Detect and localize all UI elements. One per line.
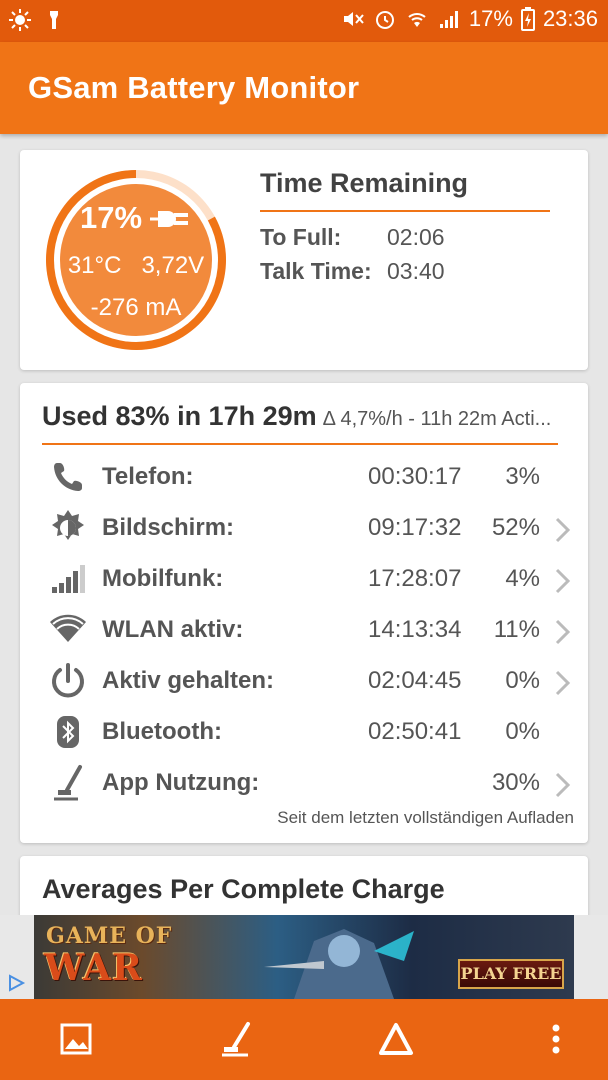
usage-row-percent: 30% bbox=[491, 769, 540, 796]
screen-brightness-icon bbox=[48, 508, 88, 548]
image-icon[interactable] bbox=[56, 1019, 96, 1059]
usage-row-percent: 4% bbox=[505, 565, 540, 592]
averages-title: Averages Per Complete Charge bbox=[42, 874, 445, 904]
usage-row-percent: 11% bbox=[493, 616, 540, 643]
usage-row-label: Telefon: bbox=[102, 463, 194, 490]
ad-choices-icon[interactable] bbox=[6, 973, 26, 993]
divider bbox=[260, 210, 550, 212]
status-bar: 17% 23:36 bbox=[0, 0, 608, 42]
brightness-icon bbox=[8, 8, 32, 32]
usage-subline: Δ 4,7%/h - 11h 22m Acti... bbox=[322, 408, 552, 430]
to-full-row: To Full: 02:06 bbox=[260, 224, 445, 251]
talk-time-value: 03:40 bbox=[387, 258, 445, 284]
to-full-label: To Full: bbox=[260, 224, 342, 250]
usage-card[interactable]: Used 83% in 17h 29m Δ 4,7%/h - 11h 22m Ac… bbox=[20, 383, 588, 843]
power-icon bbox=[48, 661, 88, 701]
temperature: 31°C bbox=[67, 252, 122, 279]
usage-row-telefon[interactable]: Telefon: 00:30:17 3% bbox=[20, 453, 588, 503]
app-bar: GSam Battery Monitor bbox=[0, 42, 608, 134]
voltage: 3,72V bbox=[141, 252, 205, 279]
current: -276 mA bbox=[90, 294, 182, 321]
battery-status-card[interactable]: 17% 31°C 3,72V -276 mA Time Remaining To… bbox=[20, 150, 588, 370]
phone-icon bbox=[48, 457, 88, 497]
usage-row-time: 14:13:34 bbox=[368, 616, 462, 643]
ad-banner[interactable]: GAME OF WAR PLAY FREE bbox=[0, 915, 608, 999]
usage-header[interactable]: Used 83% in 17h 29m Δ 4,7%/h - 11h 22m Ac… bbox=[42, 399, 574, 439]
wifi-icon bbox=[48, 610, 88, 650]
chevron-right-icon[interactable] bbox=[552, 567, 572, 595]
usage-row-time: 17:28:07 bbox=[368, 565, 462, 592]
usage-row-label: App Nutzung: bbox=[102, 769, 260, 796]
usage-row-percent: 3% bbox=[505, 463, 540, 490]
usage-row-wlan-aktiv[interactable]: WLAN aktiv: 14:13:34 11% bbox=[20, 606, 588, 656]
to-full-value: 02:06 bbox=[387, 224, 445, 250]
usage-row-label: Aktiv gehalten: bbox=[102, 667, 275, 694]
battery-gauge[interactable]: 17% 31°C 3,72V -276 mA bbox=[42, 166, 230, 354]
battery-percent-label: 17% bbox=[80, 200, 143, 235]
app-title: GSam Battery Monitor bbox=[28, 70, 360, 105]
usage-row-percent: 0% bbox=[505, 667, 540, 694]
talk-time-row: Talk Time: 03:40 bbox=[260, 258, 445, 285]
ad-margin-left bbox=[0, 915, 34, 999]
usage-row-label: Mobilfunk: bbox=[102, 565, 224, 592]
usage-row-label: Bildschirm: bbox=[102, 514, 235, 541]
temp-voltage: 31°C 3,72V bbox=[42, 252, 230, 280]
usage-row-percent: 0% bbox=[505, 718, 540, 745]
app-usage-icon[interactable] bbox=[216, 1019, 256, 1059]
bluetooth-icon bbox=[48, 712, 88, 752]
chevron-right-icon[interactable] bbox=[552, 771, 572, 799]
talk-time-label: Talk Time: bbox=[260, 258, 372, 284]
usage-row-time: 09:17:32 bbox=[368, 514, 462, 541]
mute-icon bbox=[341, 7, 365, 31]
ad-warrior-illustration bbox=[264, 929, 414, 999]
usage-row-label: Bluetooth: bbox=[102, 718, 222, 745]
chevron-right-icon[interactable] bbox=[552, 516, 572, 544]
divider bbox=[42, 443, 558, 445]
usage-row-app-nutzung[interactable]: App Nutzung: 30% bbox=[20, 759, 588, 809]
charger-plug-icon bbox=[150, 211, 188, 227]
usage-row-bluetooth[interactable]: Bluetooth: 02:50:41 0% bbox=[20, 708, 588, 758]
usage-row-time: 00:30:17 bbox=[368, 463, 462, 490]
usage-row-mobilfunk[interactable]: Mobilfunk: 17:28:07 4% bbox=[20, 555, 588, 605]
usage-row-time: 02:04:45 bbox=[368, 667, 462, 694]
ad-logo-line2: WAR bbox=[44, 947, 143, 989]
battery-percent: 17% bbox=[468, 6, 513, 31]
usage-row-time: 02:50:41 bbox=[368, 718, 462, 745]
cell-signal-icon bbox=[48, 559, 88, 599]
ad-logo-line1: GAME OF bbox=[46, 923, 173, 949]
battery-charging-icon bbox=[520, 7, 535, 31]
signal-icon bbox=[437, 7, 461, 31]
chevron-right-icon[interactable] bbox=[552, 618, 572, 646]
flashlight-icon bbox=[42, 8, 66, 32]
usage-row-percent: 52% bbox=[491, 514, 540, 541]
bottom-toolbar bbox=[0, 999, 608, 1080]
usage-footnote: Seit dem letzten vollständigen Aufladen bbox=[277, 808, 574, 827]
usage-row-label: WLAN aktiv: bbox=[102, 616, 244, 643]
wifi-icon bbox=[405, 7, 429, 31]
ad-play-free-button[interactable]: PLAY FREE bbox=[458, 959, 564, 989]
usage-row-aktiv-gehalten[interactable]: Aktiv gehalten: 02:04:45 0% bbox=[20, 657, 588, 707]
overflow-menu-icon[interactable] bbox=[536, 1019, 576, 1059]
clock: 23:36 bbox=[542, 6, 598, 31]
time-remaining-title: Time Remaining bbox=[260, 168, 469, 198]
app-usage-icon bbox=[48, 763, 88, 803]
ad-margin-right bbox=[574, 915, 608, 999]
chevron-right-icon[interactable] bbox=[552, 669, 572, 697]
usage-row-bildschirm[interactable]: Bildschirm: 09:17:32 52% bbox=[20, 504, 588, 554]
alarm-icon bbox=[373, 7, 397, 31]
delta-icon[interactable] bbox=[376, 1019, 416, 1059]
usage-headline: Used 83% in 17h 29m bbox=[42, 401, 317, 431]
ad-image[interactable]: GAME OF WAR PLAY FREE bbox=[34, 915, 574, 999]
